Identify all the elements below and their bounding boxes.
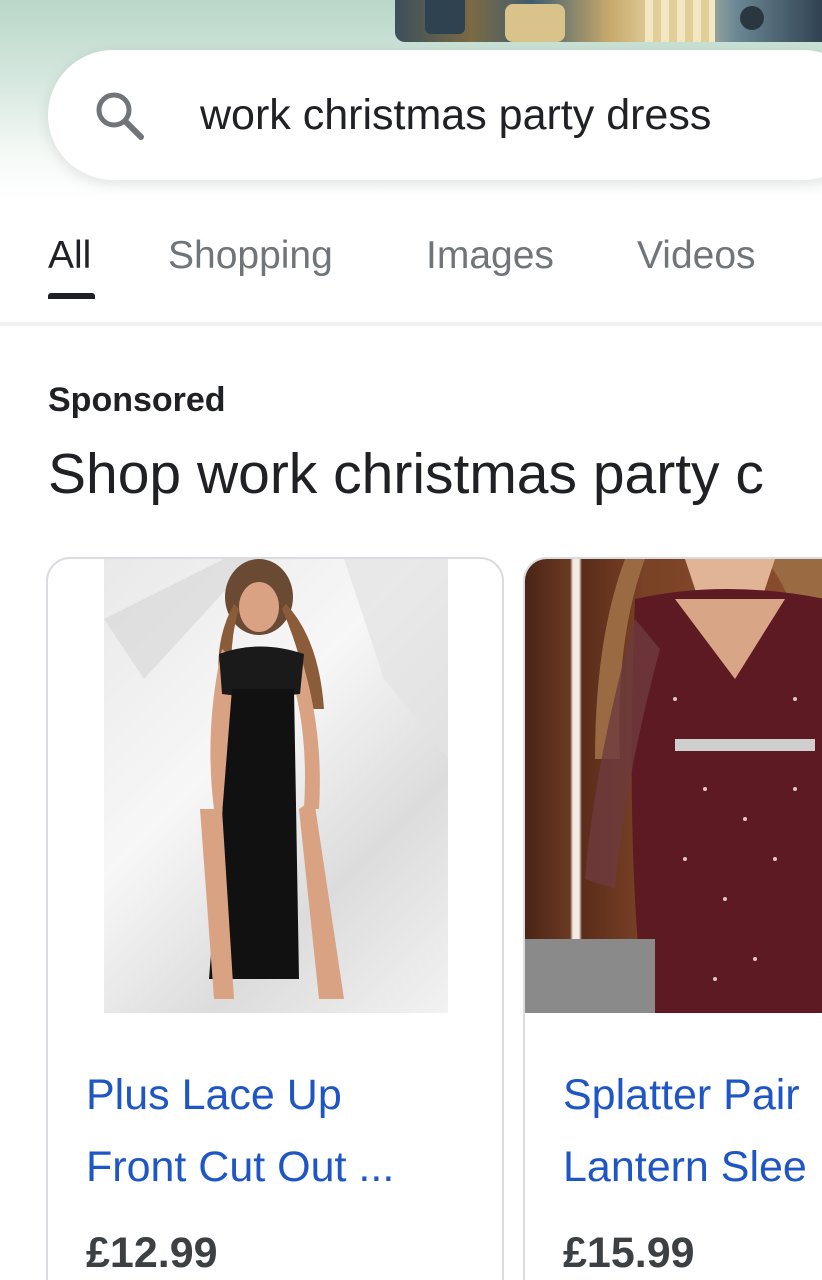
search-tabs: All Shopping Images Videos xyxy=(0,225,822,325)
product-title-line2[interactable]: Lantern Slee xyxy=(563,1143,807,1191)
doodle-banner[interactable] xyxy=(395,0,822,42)
product-title[interactable]: Plus Lace Up Front Cut Out ... xyxy=(86,1059,486,1203)
product-card[interactable]: Plus Lace Up Front Cut Out ... £12.99 xyxy=(46,557,504,1280)
shopping-ads-heading: Shop work christmas party c xyxy=(48,442,764,506)
product-image[interactable] xyxy=(525,559,822,1013)
search-input[interactable]: work christmas party dress xyxy=(200,90,711,140)
product-price: £15.99 xyxy=(563,1229,695,1277)
tab-videos[interactable]: Videos xyxy=(637,233,756,279)
product-photo-model xyxy=(525,559,822,1013)
product-card[interactable]: Splatter Pair Lantern Slee £15.99 xyxy=(523,557,822,1280)
sponsored-label: Sponsored xyxy=(48,381,226,419)
active-tab-indicator xyxy=(48,293,95,299)
search-results-page: work christmas party dress All Shopping … xyxy=(0,0,822,1280)
product-image[interactable] xyxy=(104,559,448,1013)
product-title-line1[interactable]: Splatter Pair xyxy=(563,1071,800,1119)
product-title[interactable]: Splatter Pair Lantern Slee xyxy=(563,1059,822,1203)
tab-shopping[interactable]: Shopping xyxy=(168,233,333,279)
product-title-line2[interactable]: Front Cut Out ... xyxy=(86,1143,394,1191)
product-photo-model xyxy=(104,559,448,999)
product-price: £12.99 xyxy=(86,1229,218,1277)
tab-all[interactable]: All xyxy=(48,233,91,279)
tab-images[interactable]: Images xyxy=(426,233,554,279)
search-icon[interactable] xyxy=(92,88,146,142)
product-title-line1[interactable]: Plus Lace Up xyxy=(86,1071,342,1119)
tabs-divider xyxy=(0,322,822,326)
